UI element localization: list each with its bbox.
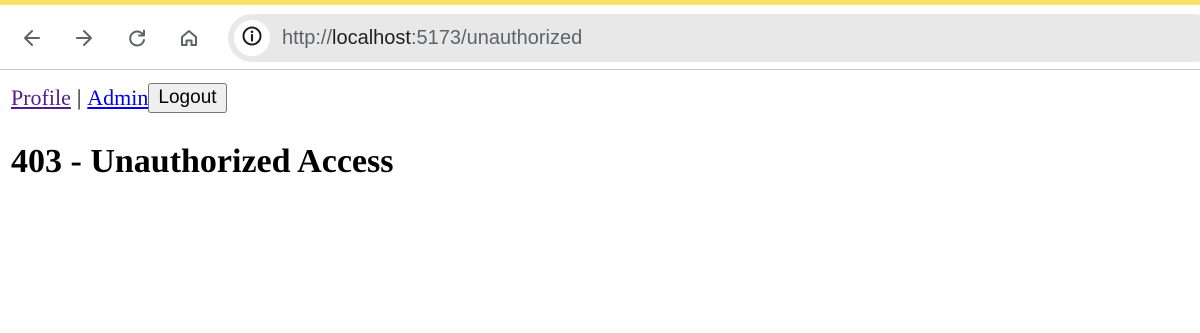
browser-toolbar: http://localhost:5173/unauthorized <box>0 5 1200 70</box>
nav-separator: | <box>76 85 82 110</box>
info-icon <box>241 25 263 52</box>
home-icon <box>178 27 200 49</box>
arrow-left-icon <box>21 27 43 49</box>
reload-button[interactable] <box>120 21 154 55</box>
admin-link[interactable]: Admin <box>87 83 148 113</box>
forward-button[interactable] <box>67 21 101 55</box>
address-bar[interactable]: http://localhost:5173/unauthorized <box>228 14 1200 62</box>
url-scheme: http:// <box>282 27 333 49</box>
url-host: localhost <box>332 27 411 49</box>
site-info-button[interactable] <box>234 20 270 56</box>
app-nav: Profile | Admin Logout <box>11 83 227 113</box>
reload-icon <box>126 27 148 49</box>
page-content: Profile | Admin Logout 403 - Unauthorize… <box>0 71 1200 333</box>
page-title: 403 - Unauthorized Access <box>11 143 394 180</box>
arrow-right-icon <box>73 27 95 49</box>
logout-button[interactable]: Logout <box>148 83 227 113</box>
home-button[interactable] <box>172 21 206 55</box>
profile-link[interactable]: Profile <box>11 83 71 113</box>
url-path: :5173/unauthorized <box>410 27 583 49</box>
url-text[interactable]: http://localhost:5173/unauthorized <box>282 27 582 49</box>
back-button[interactable] <box>15 21 49 55</box>
